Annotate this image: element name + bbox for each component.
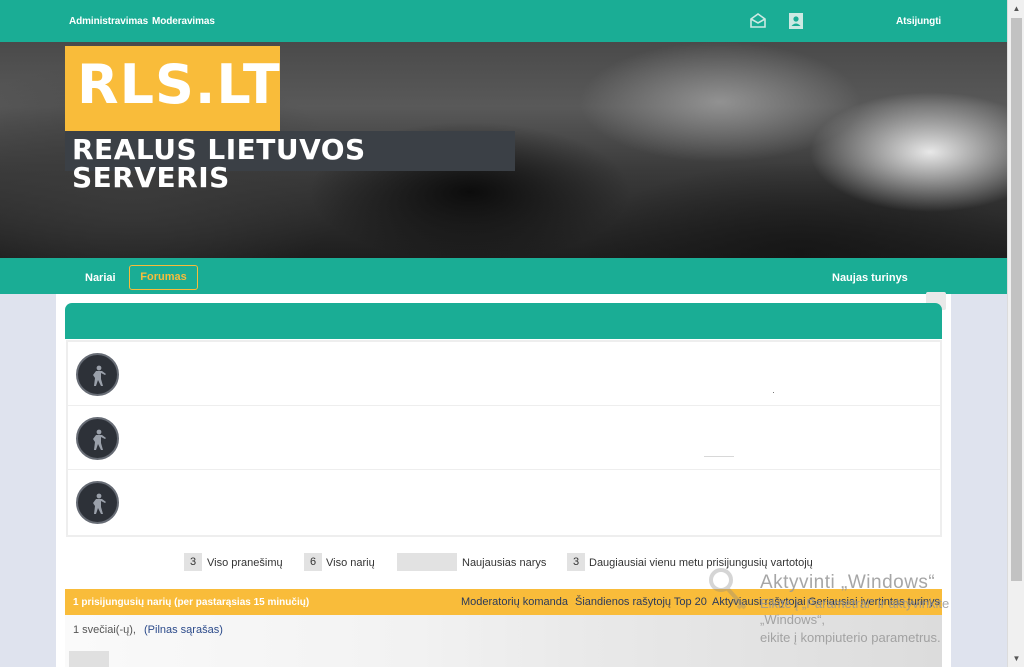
site-subtitle: REALUS LIETUVOS SERVERIS <box>65 131 515 192</box>
forum-row[interactable] <box>68 406 940 470</box>
online-count-title: 1 prisijungusių narių (per pastarąsias 1… <box>73 597 310 608</box>
forum-row[interactable] <box>68 470 940 534</box>
watermark-line1: Eikite į „Parametrai“ ir aktyvinkite „Wi… <box>760 596 950 627</box>
soldier-icon[interactable] <box>76 481 119 524</box>
top-bar: Administravimas Moderavimas Atsijungti <box>0 0 1007 42</box>
soldier-icon[interactable] <box>76 417 119 460</box>
profile-card-icon[interactable] <box>787 12 805 30</box>
stat-members-label: Viso narių <box>326 557 375 569</box>
forum-row[interactable] <box>68 342 940 406</box>
nav-forum[interactable]: Forumas <box>129 265 198 290</box>
top20-link[interactable]: Šiandienos rašytojų Top 20 <box>575 596 707 608</box>
scroll-up-arrow-icon[interactable]: ▲ <box>1008 0 1024 17</box>
forum-list <box>66 340 942 537</box>
page-scrollbar[interactable]: ▲ ▼ <box>1007 0 1024 667</box>
stat-newest-member-label: Naujausias narys <box>462 557 547 569</box>
soldier-icon[interactable] <box>76 353 119 396</box>
guests-count: 1 svečiai(-ų), <box>73 624 136 636</box>
stat-max-online-count: 3 <box>567 553 585 571</box>
scroll-down-arrow-icon[interactable]: ▼ <box>1008 650 1024 667</box>
stat-newest-member-value[interactable] <box>397 553 457 571</box>
watermark-title: Aktyvinti „Windows“ <box>760 572 936 593</box>
watermark-line2: eikite į kompiuterio parametrus. <box>760 630 941 645</box>
site-logo[interactable]: RLS.LT <box>65 46 280 132</box>
full-list-link[interactable]: (Pilnas sąrašas) <box>144 624 223 636</box>
stat-posts-count: 3 <box>184 553 202 571</box>
stat-posts-label: Viso pranešimų <box>207 557 283 569</box>
admin-link[interactable]: Administravimas <box>69 16 148 27</box>
decor-line <box>704 456 734 457</box>
online-user-chip <box>69 651 109 667</box>
main-nav: Nariai Forumas Naujas turinys <box>0 258 1007 294</box>
nav-members[interactable]: Nariai <box>85 272 116 284</box>
stat-max-online-label: Daugiausiai vienu metu prisijungusių var… <box>589 557 813 569</box>
scroll-thumb[interactable] <box>1011 18 1022 581</box>
site-banner: RLS.LT REALUS LIETUVOS SERVERIS <box>0 42 1007 258</box>
stat-members-count: 6 <box>304 553 322 571</box>
moderation-link[interactable]: Moderavimas <box>152 16 215 27</box>
windows-activation-watermark: Aktyvinti „Windows“ Eikite į „Parametrai… <box>760 572 1000 646</box>
key-icon <box>705 566 755 616</box>
forum-category-header <box>65 303 942 339</box>
nav-new-content[interactable]: Naujas turinys <box>832 272 908 284</box>
envelope-icon[interactable] <box>749 12 767 30</box>
logout-link[interactable]: Atsijungti <box>896 16 941 27</box>
moderators-link[interactable]: Moderatorių komanda <box>461 596 568 608</box>
decor-dot <box>773 392 774 393</box>
